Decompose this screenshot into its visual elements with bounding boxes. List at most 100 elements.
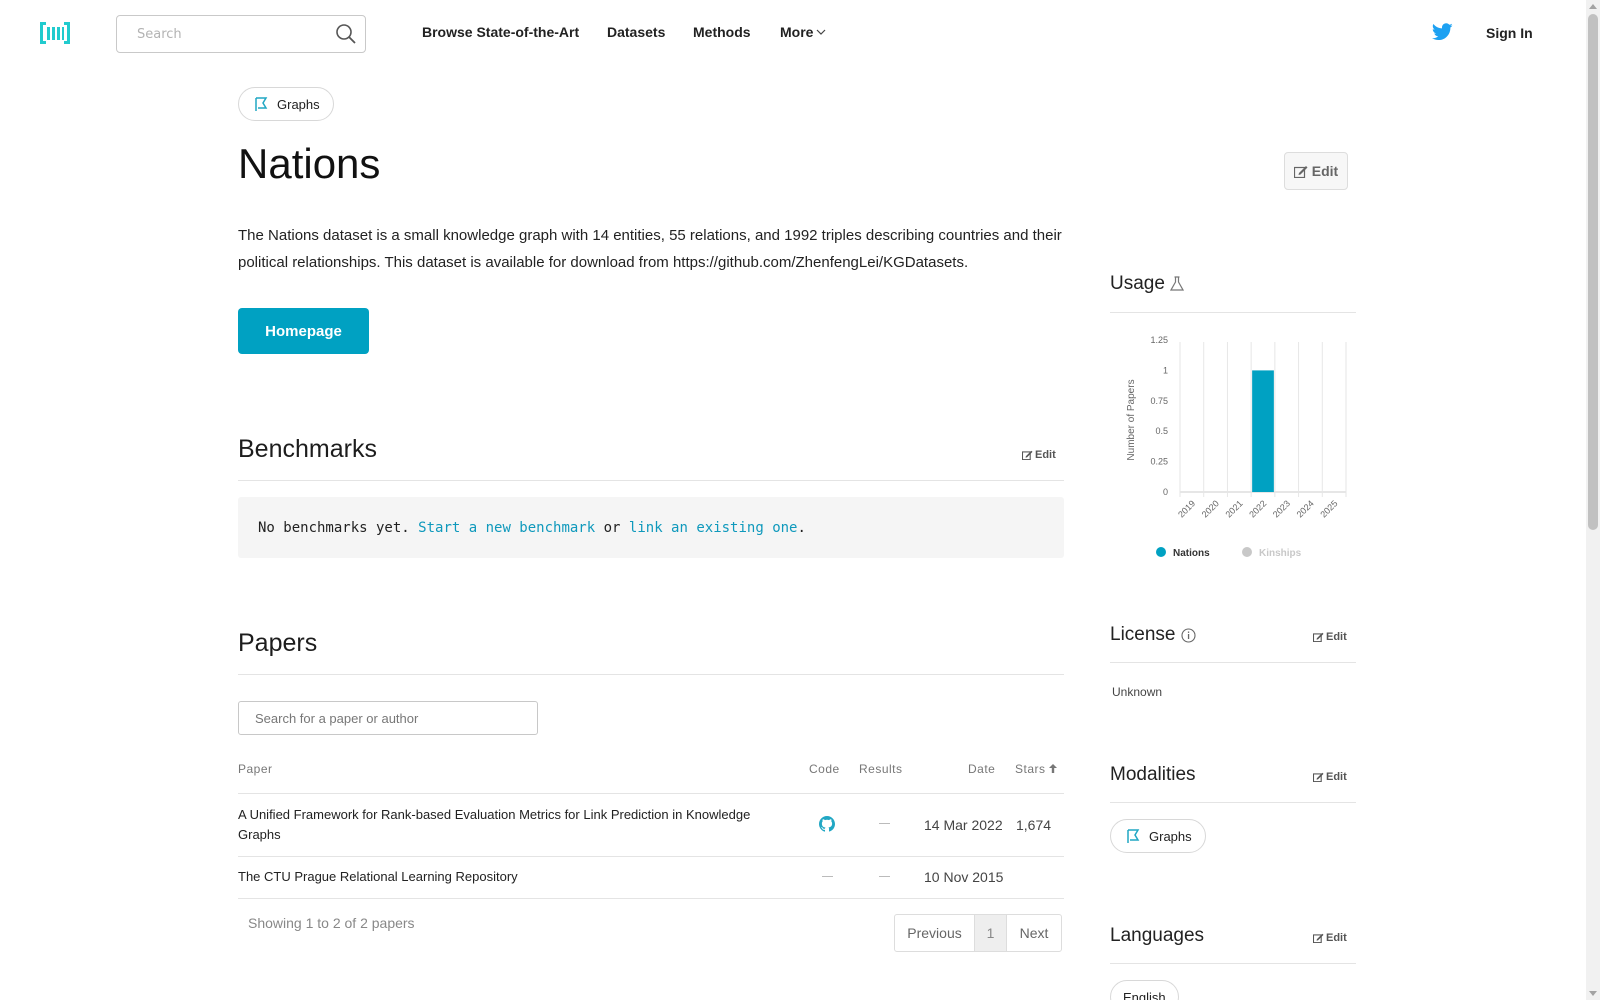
modality-tag-label: Graphs — [277, 96, 320, 112]
edit-modalities-label: Edit — [1326, 771, 1347, 783]
x-tick-label: 2022 — [1247, 498, 1268, 519]
edit-dataset-button[interactable]: Edit — [1284, 152, 1348, 190]
x-tick-label: 2020 — [1200, 498, 1221, 519]
edit-languages-label: Edit — [1326, 932, 1347, 944]
usage-chart: Number of Papers00.250.50.7511.252019 202… — [1126, 335, 1347, 559]
link-existing-benchmark-link[interactable]: link an existing one — [629, 520, 798, 536]
license-heading: License — [1110, 624, 1196, 646]
x-tick-label: 2019 — [1176, 498, 1197, 519]
edit-modalities-button[interactable]: Edit — [1313, 771, 1347, 783]
paperswithcode-logo[interactable] — [40, 20, 70, 46]
y-tick-label: 0 — [1163, 487, 1168, 497]
nav-more-label: More — [780, 24, 814, 40]
paper-title-link[interactable]: A Unified Framework for Rank-based Evalu… — [238, 805, 793, 845]
y-tick-label: 1.25 — [1150, 335, 1168, 345]
homepage-button[interactable]: Homepage — [238, 308, 369, 354]
modality-chip-graphs[interactable]: Graphs — [1110, 819, 1206, 853]
y-tick-label: 1 — [1163, 365, 1168, 375]
paper-search-input[interactable] — [238, 701, 538, 735]
nav-methods[interactable]: Methods — [693, 24, 751, 40]
stars-header-label: Stars — [1015, 762, 1046, 776]
edit-icon — [1313, 632, 1324, 642]
edit-license-button[interactable]: Edit — [1313, 631, 1347, 643]
y-axis-label: Number of Papers — [1126, 379, 1137, 460]
sign-in-link[interactable]: Sign In — [1486, 25, 1533, 41]
benchmarks-divider — [238, 480, 1064, 481]
period-text: . — [797, 519, 806, 536]
col-header-stars[interactable]: Stars — [1015, 762, 1058, 776]
nav-more-dropdown[interactable]: More — [780, 24, 826, 40]
edit-benchmarks-button[interactable]: Edit — [1022, 449, 1056, 461]
site-search[interactable] — [116, 15, 366, 53]
col-header-results: Results — [859, 762, 903, 776]
usage-heading: Usage — [1110, 273, 1184, 295]
usage-heading-label: Usage — [1110, 273, 1165, 294]
col-header-date[interactable]: Date — [968, 762, 995, 776]
license-value: Unknown — [1112, 685, 1163, 699]
sort-arrow-up-icon — [1049, 764, 1058, 773]
modalities-divider — [1110, 802, 1356, 803]
or-text: or — [603, 519, 621, 536]
flask-icon — [1169, 276, 1184, 291]
license-divider — [1110, 662, 1356, 663]
pagination: Previous 1 Next — [894, 914, 1062, 952]
next-page-button[interactable]: Next — [1007, 915, 1061, 951]
license-heading-label: License — [1110, 624, 1176, 645]
language-chip-english[interactable]: English — [1110, 980, 1179, 1000]
table-divider — [238, 793, 1064, 794]
x-tick-label: 2021 — [1223, 498, 1244, 519]
papers-heading: Papers — [238, 629, 318, 657]
usage-divider — [1110, 312, 1356, 313]
graphs-icon — [1127, 829, 1140, 843]
previous-page-button[interactable]: Previous — [895, 915, 975, 951]
paper-date: 10 Nov 2015 — [924, 869, 1004, 885]
nav-browse-sota[interactable]: Browse State-of-the-Art — [422, 24, 579, 40]
paper-title-link[interactable]: The CTU Prague Relational Learning Repos… — [238, 867, 793, 887]
search-icon[interactable] — [335, 23, 357, 45]
info-icon[interactable] — [1180, 627, 1196, 643]
edit-license-label: Edit — [1326, 631, 1347, 643]
modality-chip-label: Graphs — [1149, 828, 1192, 844]
results-dash — [879, 876, 890, 877]
scroll-up-arrow[interactable] — [1589, 4, 1597, 9]
graphs-icon — [255, 97, 268, 111]
dataset-description: The Nations dataset is a small knowledge… — [238, 227, 1062, 271]
modalities-heading-label: Modalities — [1110, 764, 1196, 785]
y-tick-label: 0.5 — [1155, 426, 1168, 436]
dataset-title: Nations — [238, 140, 381, 187]
paper-stars: 1,674 — [1016, 817, 1052, 833]
col-header-code: Code — [809, 762, 840, 776]
edit-languages-button[interactable]: Edit — [1313, 932, 1347, 944]
edit-icon — [1313, 933, 1324, 943]
x-tick-label: 2024 — [1295, 498, 1316, 519]
top-navbar: Browse State-of-the-Art Datasets Methods… — [0, 0, 1586, 66]
chevron-down-icon — [817, 29, 826, 35]
github-icon[interactable] — [819, 816, 835, 832]
paper-date: 14 Mar 2022 — [924, 817, 1003, 833]
modality-tag-graphs[interactable]: Graphs — [238, 87, 334, 121]
edit-dataset-label: Edit — [1311, 163, 1339, 179]
x-tick-label: 2023 — [1271, 498, 1292, 519]
current-page-button[interactable]: 1 — [975, 915, 1007, 951]
legend-marker — [1156, 547, 1166, 557]
col-header-paper: Paper — [238, 762, 273, 776]
languages-divider — [1110, 963, 1356, 964]
scrollbar-thumb[interactable] — [1588, 14, 1598, 530]
papers-divider — [238, 674, 1064, 675]
legend-marker — [1242, 547, 1252, 557]
start-benchmark-link[interactable]: Start a new benchmark — [418, 520, 595, 536]
scroll-down-arrow[interactable] — [1589, 991, 1597, 996]
usage-bar — [1252, 370, 1274, 492]
edit-benchmarks-label: Edit — [1035, 449, 1056, 461]
page-scrollbar[interactable] — [1586, 0, 1600, 1000]
legend-label: Nations — [1173, 548, 1210, 559]
site-search-input[interactable] — [117, 16, 317, 52]
nav-datasets[interactable]: Datasets — [607, 24, 665, 40]
x-tick-label: 2025 — [1318, 498, 1339, 519]
edit-icon — [1022, 450, 1033, 460]
twitter-icon[interactable] — [1432, 23, 1453, 41]
benchmarks-heading: Benchmarks — [238, 435, 377, 463]
table-row-divider — [238, 856, 1064, 857]
results-dash — [879, 823, 890, 824]
code-dash — [822, 876, 833, 877]
